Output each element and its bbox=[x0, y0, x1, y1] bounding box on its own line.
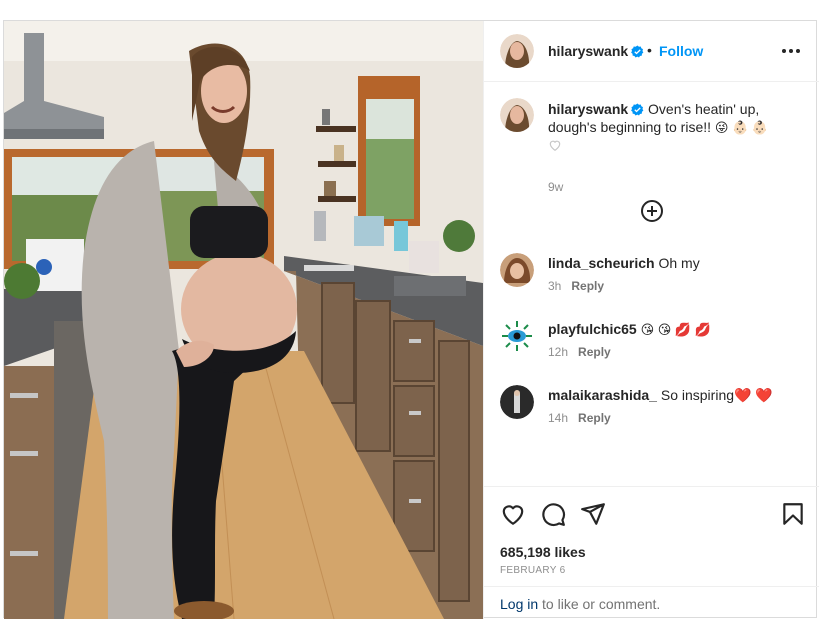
verified-badge-icon bbox=[631, 103, 644, 116]
post-date: FEBRUARY 6 bbox=[500, 565, 566, 576]
caption-avatar[interactable] bbox=[500, 98, 534, 132]
comment-text: So inspiring❤️ ❤️ bbox=[660, 387, 773, 403]
caption-avatar-image bbox=[500, 98, 534, 132]
post-sidebar: hilaryswank • Follow hilaryswank Oven's … bbox=[483, 21, 819, 619]
reply-button[interactable]: Reply bbox=[578, 345, 611, 359]
commenter-avatar-image bbox=[500, 385, 534, 419]
kitchen-photo bbox=[4, 21, 483, 619]
comment-item: malaikarashida_ So inspiring❤️ ❤️ 14h Rep… bbox=[500, 385, 805, 435]
reply-button[interactable]: Reply bbox=[571, 279, 604, 293]
author-username[interactable]: hilaryswank bbox=[548, 43, 644, 59]
comment-item: linda_scheurich Oh my 3h Reply bbox=[500, 253, 805, 303]
comment-username[interactable]: playfulchic65 bbox=[548, 321, 637, 337]
share-send-icon[interactable] bbox=[580, 501, 606, 527]
comment-username[interactable]: linda_scheurich bbox=[548, 255, 655, 271]
commenter-avatar[interactable] bbox=[500, 319, 534, 353]
comment-age: 12h bbox=[548, 345, 569, 359]
comment-bubble-icon[interactable] bbox=[540, 501, 566, 527]
comment-text: 😘 😘 💋 💋 bbox=[640, 322, 711, 337]
commenter-avatar-image bbox=[500, 319, 534, 353]
like-heart-icon[interactable] bbox=[500, 501, 526, 527]
comment-text: Oh my bbox=[658, 255, 700, 271]
login-link[interactable]: Log in bbox=[500, 596, 538, 612]
caption-age: 9w bbox=[548, 180, 564, 194]
caption-body: hilaryswank Oven's heatin' up, dough's b… bbox=[548, 100, 808, 137]
caption-like-heart-icon[interactable] bbox=[548, 138, 562, 152]
commenter-avatar[interactable] bbox=[500, 253, 534, 287]
comment-meta: 12h Reply bbox=[548, 345, 611, 359]
separator-dot: • bbox=[647, 42, 652, 58]
author-avatar[interactable] bbox=[500, 34, 534, 68]
comment-line: playfulchic65 😘 😘 💋 💋 bbox=[548, 321, 711, 338]
instagram-post: hilaryswank • Follow hilaryswank Oven's … bbox=[3, 20, 819, 619]
comment-age: 14h bbox=[548, 411, 569, 425]
comment-meta: 14h Reply bbox=[548, 411, 611, 425]
caption-emojis: 😜 👶🏻 👶🏻 bbox=[714, 120, 769, 135]
login-rest-text: to like or comment. bbox=[538, 596, 661, 612]
reply-button[interactable]: Reply bbox=[578, 411, 611, 425]
post-actions: 685,198 likes FEBRUARY 6 Log in to like … bbox=[484, 486, 819, 619]
post-photo[interactable] bbox=[4, 21, 483, 619]
author-avatar-image bbox=[500, 34, 534, 68]
caption-username[interactable]: hilaryswank bbox=[548, 101, 628, 117]
likes-count[interactable]: 685,198 likes bbox=[500, 544, 586, 560]
comment-meta: 3h Reply bbox=[548, 279, 604, 293]
comment-line: linda_scheurich Oh my bbox=[548, 255, 700, 271]
follow-button[interactable]: Follow bbox=[659, 43, 703, 59]
plus-circle-icon[interactable] bbox=[640, 199, 664, 223]
login-prompt: Log in to like or comment. bbox=[484, 586, 819, 620]
verified-badge-icon bbox=[631, 45, 644, 58]
comment-line: malaikarashida_ So inspiring❤️ ❤️ bbox=[548, 387, 773, 404]
commenter-avatar[interactable] bbox=[500, 385, 534, 419]
login-prompt-text: Log in to like or comment. bbox=[500, 596, 660, 612]
bookmark-save-icon[interactable] bbox=[780, 501, 806, 527]
comment-age: 3h bbox=[548, 279, 562, 293]
author-username-text[interactable]: hilaryswank bbox=[548, 43, 628, 59]
more-horizontal-icon[interactable] bbox=[779, 39, 803, 63]
post-header: hilaryswank • Follow bbox=[484, 21, 819, 82]
comment-username[interactable]: malaikarashida_ bbox=[548, 387, 657, 403]
comment-item: playfulchic65 😘 😘 💋 💋 12h Reply bbox=[500, 319, 805, 369]
commenter-avatar-image bbox=[500, 253, 534, 287]
